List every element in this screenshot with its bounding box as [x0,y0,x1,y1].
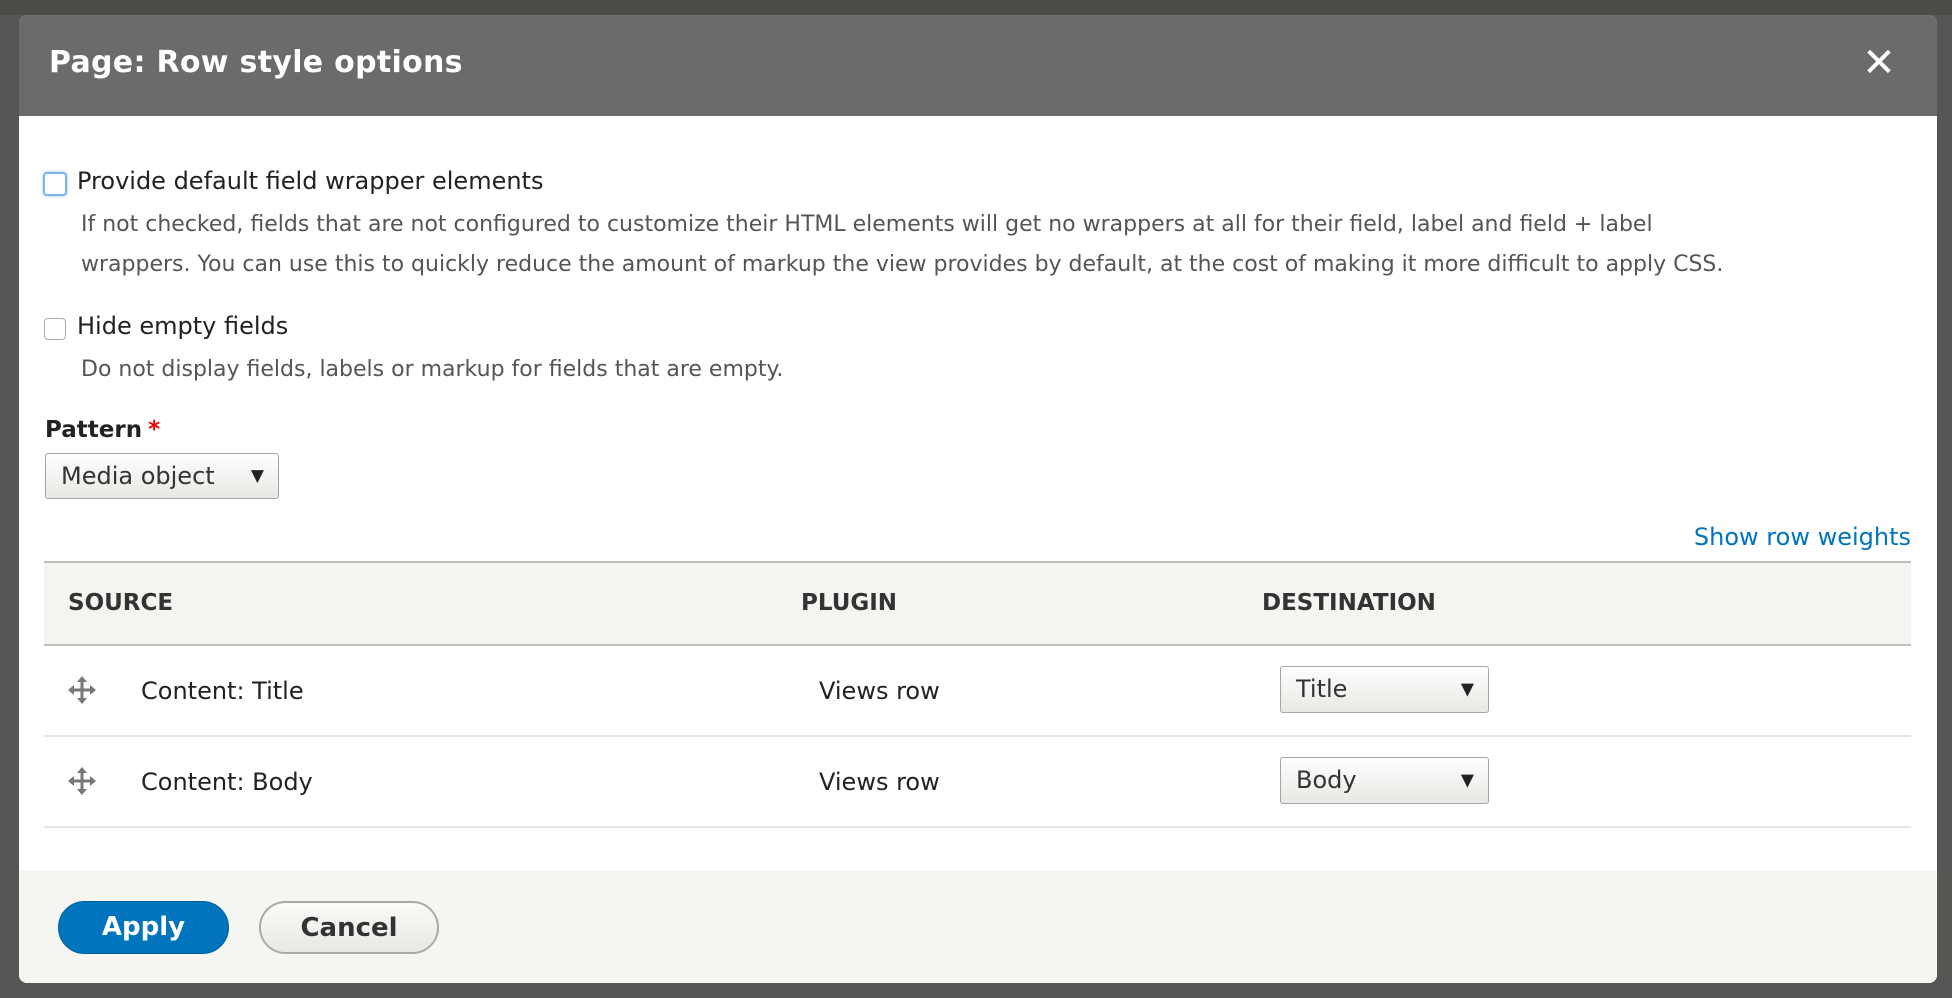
apply-button[interactable]: Apply [58,901,229,954]
close-icon[interactable]: ✕ [1857,41,1901,85]
table-row: Content: Body Views row Body ▼ [44,737,1911,828]
column-header-plugin: PLUGIN [801,590,898,616]
column-header-destination: DESTINATION [1262,590,1436,616]
description-line: If not checked, fields that are not conf… [81,212,1653,237]
plugin-cell: Views row [819,677,940,705]
row-style-options-dialog: Page: Row style options ✕ Provide defaul… [19,15,1937,983]
hide-empty-fields-description: Do not display fields, labels or markup … [81,350,1881,390]
hide-empty-fields-checkbox[interactable] [44,318,66,340]
dropdown-arrow-icon: ▼ [250,466,264,486]
description-line: wrappers. You can use this to quickly re… [81,252,1724,277]
table-row: Content: Title Views row Title ▼ [44,646,1911,737]
pattern-select-value: Media object [61,462,215,490]
pattern-label-text: Pattern [45,417,143,443]
destination-select[interactable]: Body ▼ [1280,757,1489,804]
hide-empty-fields-label[interactable]: Hide empty fields [77,312,288,340]
show-row-weights-link[interactable]: Show row weights [1694,523,1911,551]
dropdown-arrow-icon: ▼ [1460,679,1474,699]
destination-select-value: Title [1296,675,1348,703]
provide-default-wrappers-label[interactable]: Provide default field wrapper elements [77,167,543,195]
pattern-label: Pattern * [45,417,160,443]
cancel-button[interactable]: Cancel [259,901,439,954]
pattern-select[interactable]: Media object ▼ [45,453,279,499]
dialog-title: Page: Row style options [49,45,463,80]
description-line: Do not display fields, labels or markup … [81,357,784,382]
dialog-footer: Apply Cancel [19,870,1937,983]
destination-select-value: Body [1296,766,1357,794]
required-marker: * [148,417,161,443]
drag-handle-icon[interactable] [68,676,96,704]
fields-table: SOURCE PLUGIN DESTINATION Content: Title… [44,561,1911,828]
table-header: SOURCE PLUGIN DESTINATION [44,561,1911,646]
column-header-source: SOURCE [68,590,174,616]
destination-select[interactable]: Title ▼ [1280,666,1489,713]
provide-default-wrappers-checkbox[interactable] [43,172,67,196]
plugin-cell: Views row [819,768,940,796]
dropdown-arrow-icon: ▼ [1460,770,1474,790]
source-cell: Content: Title [141,677,304,705]
source-cell: Content: Body [141,768,313,796]
drag-handle-icon[interactable] [68,767,96,795]
dialog-header: Page: Row style options ✕ [19,15,1937,116]
provide-default-wrappers-description: If not checked, fields that are not conf… [81,205,1881,285]
